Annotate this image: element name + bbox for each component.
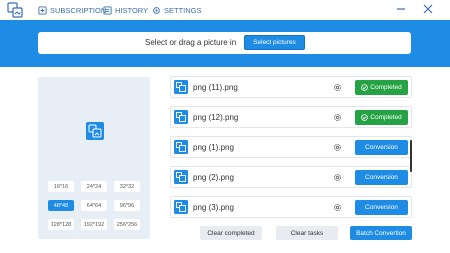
history-icon <box>103 5 112 15</box>
file-row: png (3).png Conversion <box>170 196 412 218</box>
file-name: png (12).png <box>193 113 239 122</box>
image-file-icon <box>174 200 188 214</box>
gear-icon[interactable] <box>333 143 342 152</box>
nav-subscription[interactable]: SUBSCRIPTION <box>38 4 106 16</box>
select-prompt: Select or drag a picture in <box>145 38 237 47</box>
status-label: Completed <box>370 84 402 91</box>
check-circle-icon <box>361 114 369 121</box>
nav-settings[interactable]: SETTINGS <box>152 4 202 16</box>
size-option[interactable]: 32*32 <box>114 181 140 192</box>
size-option[interactable]: 16*16 <box>48 181 74 192</box>
image-file-icon <box>174 110 188 124</box>
conversion-button[interactable]: Conversion <box>355 170 408 185</box>
size-option-selected[interactable]: 48*48 <box>48 200 74 211</box>
settings-icon <box>153 6 160 14</box>
completed-status-button[interactable]: Completed <box>355 110 408 125</box>
gear-icon[interactable] <box>333 113 342 122</box>
file-list-scrollbar[interactable] <box>410 140 412 172</box>
subscription-icon <box>38 5 47 15</box>
file-row: png (2).png Conversion <box>170 166 412 188</box>
file-name: png (11).png <box>193 83 238 92</box>
file-name: png (2).png <box>193 173 234 182</box>
app-logo-icon <box>7 2 23 18</box>
conversion-button[interactable]: Conversion <box>355 200 408 215</box>
image-file-icon <box>86 122 104 140</box>
size-option[interactable]: 24*24 <box>81 181 107 192</box>
file-row: png (11).png Completed <box>170 76 412 98</box>
nav-history[interactable]: HISTORY <box>103 4 148 16</box>
nav-history-label: HISTORY <box>115 5 149 15</box>
image-file-icon <box>174 170 188 184</box>
clear-tasks-button[interactable]: Clear tasks <box>276 226 338 240</box>
size-option[interactable]: 64*64 <box>81 200 107 211</box>
gear-icon[interactable] <box>333 173 342 182</box>
image-file-icon <box>174 80 188 94</box>
size-option[interactable]: 192*192 <box>81 219 107 230</box>
nav-subscription-label: SUBSCRIPTION <box>50 5 107 15</box>
size-option[interactable]: 128*128 <box>48 219 74 230</box>
file-row: png (1).png Conversion <box>170 136 412 158</box>
image-file-icon <box>174 140 188 154</box>
minimize-icon[interactable] <box>395 3 407 15</box>
nav-settings-label: SETTINGS <box>164 5 202 15</box>
clear-completed-button[interactable]: Clear completed <box>200 226 262 240</box>
check-circle-icon <box>361 84 369 91</box>
file-name: png (1).png <box>193 143 234 152</box>
size-option[interactable]: 256*256 <box>114 219 140 230</box>
gear-icon[interactable] <box>333 83 342 92</box>
gear-icon[interactable] <box>333 203 342 212</box>
batch-convertion-button[interactable]: Batch Convertion <box>350 226 412 240</box>
status-label: Completed <box>370 114 402 121</box>
file-name: png (3).png <box>193 203 234 212</box>
preview-panel <box>38 77 150 239</box>
completed-status-button[interactable]: Completed <box>355 80 408 95</box>
select-pictures-button[interactable]: Select pictures <box>244 35 305 50</box>
conversion-button[interactable]: Conversion <box>355 140 408 155</box>
file-row: png (12).png Completed <box>170 106 412 128</box>
size-option[interactable]: 96*96 <box>114 200 140 211</box>
close-icon[interactable] <box>422 3 434 15</box>
